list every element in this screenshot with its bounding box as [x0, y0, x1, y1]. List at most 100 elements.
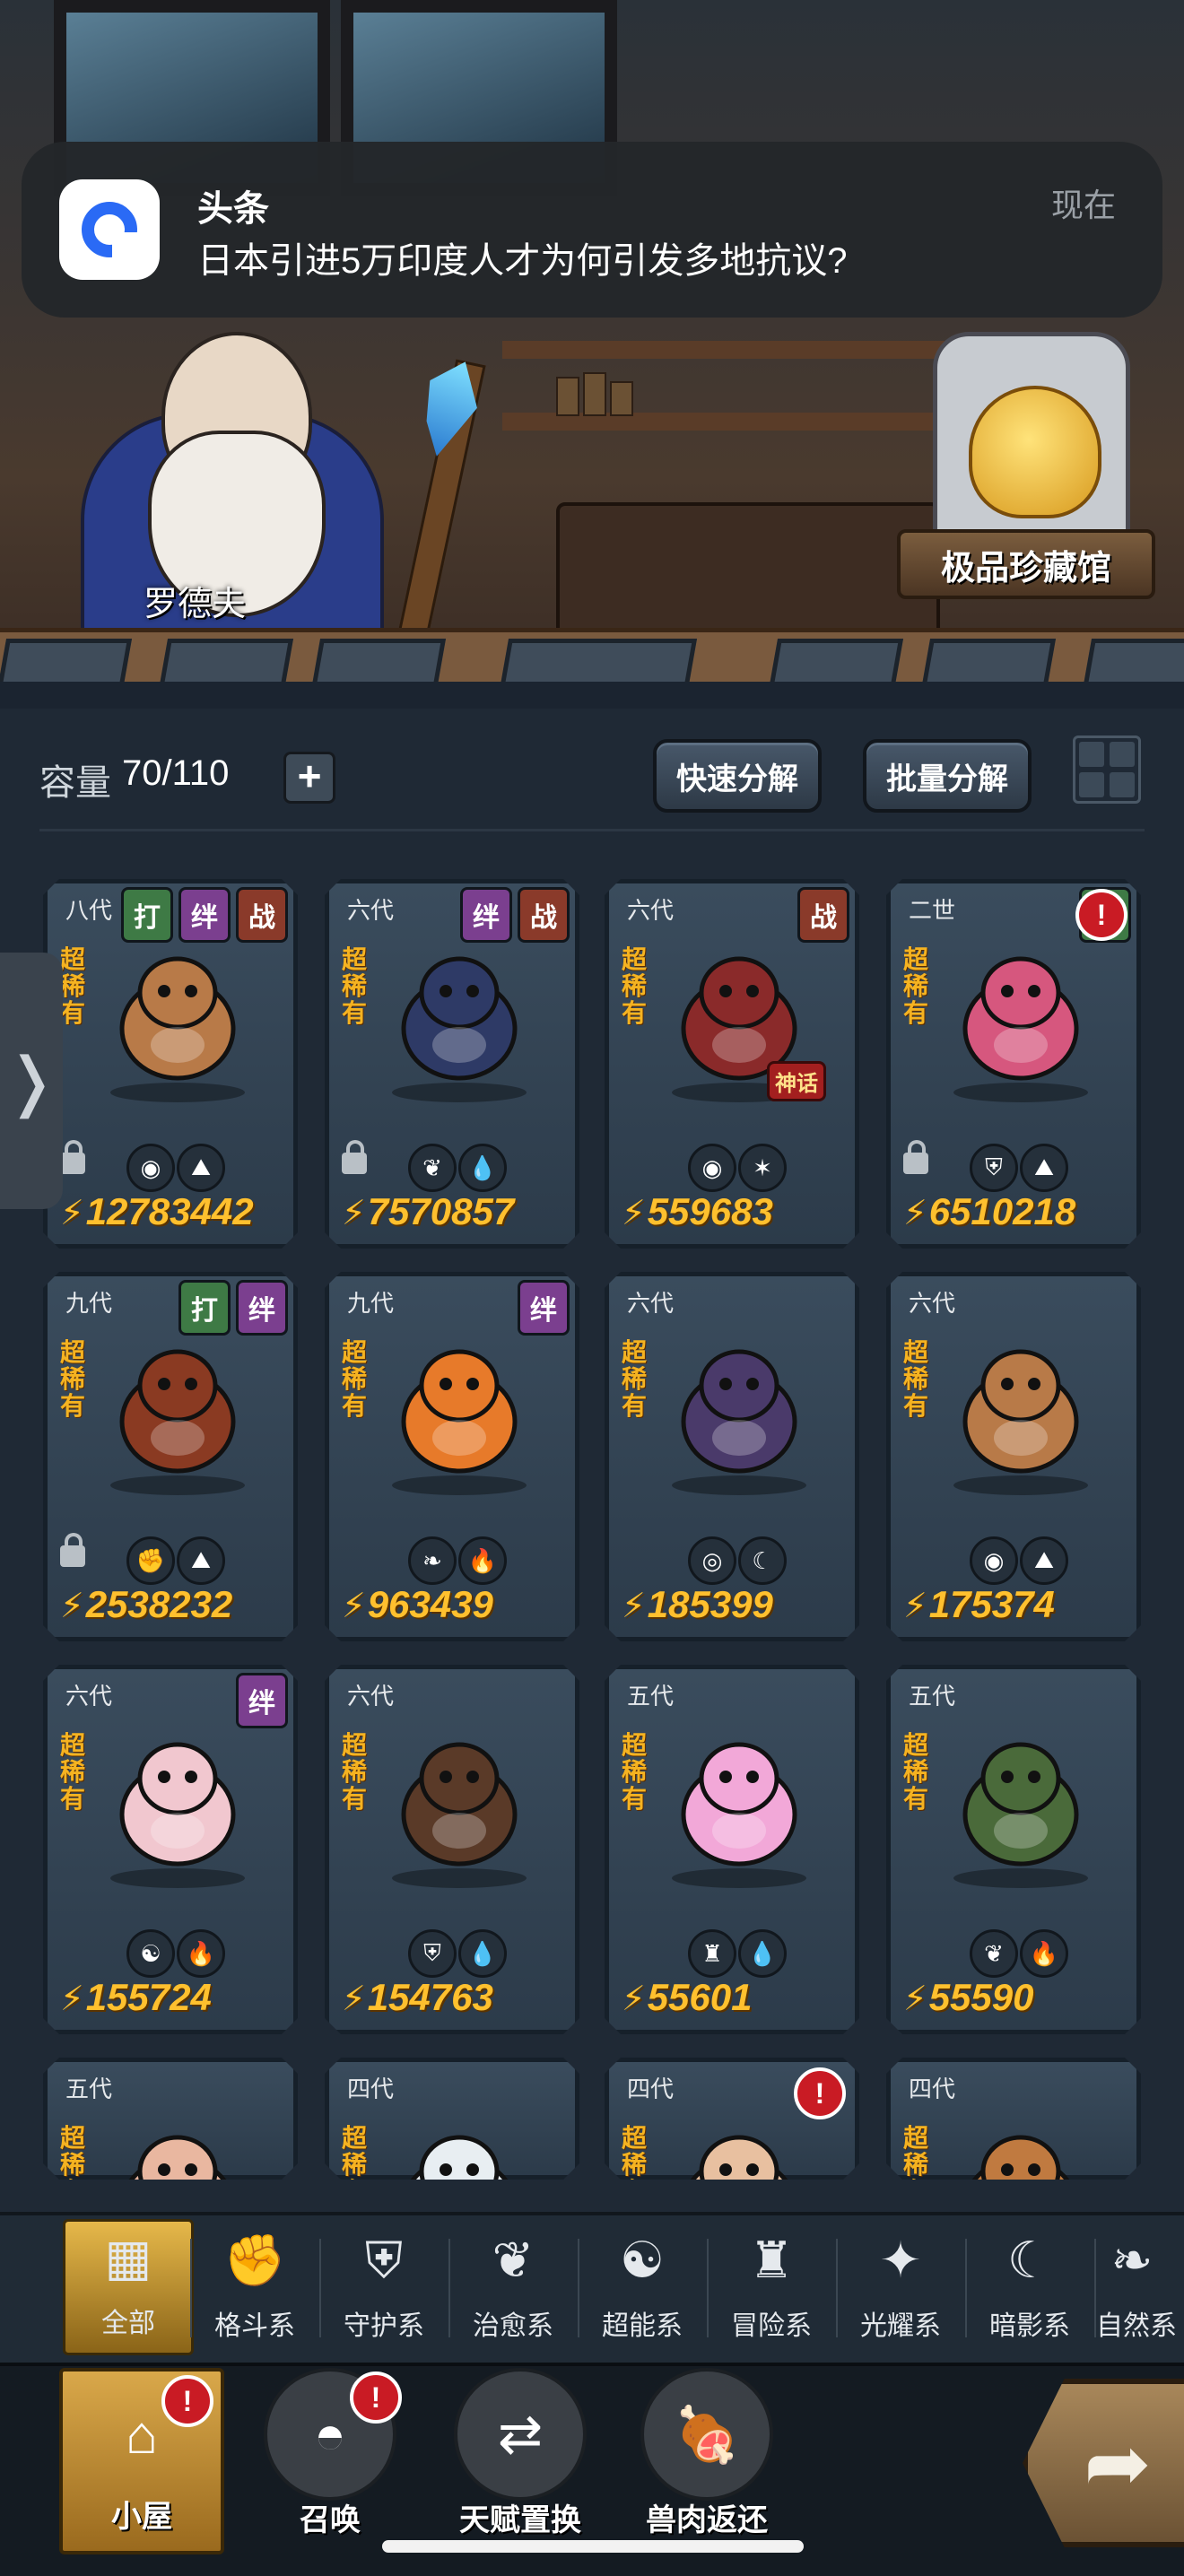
power-value: ⚡2538232: [60, 1583, 232, 1626]
chevron-right-icon: ❭: [4, 1046, 59, 1118]
capacity-value: 70/110: [122, 753, 230, 793]
rarity-label: 超稀有: [622, 1731, 648, 1813]
filter-label: 自然系: [1096, 2311, 1177, 2341]
pet-card[interactable]: 六代 超稀有 ◉ ⛰ ⚡175374: [886, 1272, 1141, 1641]
pet-card[interactable]: 八代 超稀有打绊战 ◉ ⛰ ⚡12783442: [43, 879, 298, 1249]
fighter-icon: ◉: [126, 1144, 175, 1192]
filter-label: 暗影系: [989, 2311, 1070, 2341]
filter-4[interactable]: ❦ 治愈系: [450, 2224, 576, 2350]
filter-label: 冒险系: [731, 2311, 812, 2341]
filter-3[interactable]: ⛨ 守护系: [321, 2224, 447, 2350]
fire-icon: 🔥: [177, 1929, 225, 1978]
filter-8[interactable]: ☾ 暗影系: [967, 2224, 1093, 2350]
filter-2[interactable]: ✊ 格斗系: [192, 2224, 318, 2350]
pet-card[interactable]: 六代 超稀有 ◎ ☾ ⚡185399: [605, 1272, 859, 1641]
pet-card[interactable]: 二世超稀有打!⛨⛰⚡6510218: [886, 879, 1141, 1249]
pet-card[interactable]: 四代超稀有!: [605, 2058, 859, 2180]
nav-label: 兽肉返还: [646, 2503, 768, 2537]
pet-card[interactable]: 五代超稀有: [43, 2058, 298, 2180]
pet-card[interactable]: 五代 超稀有 ❦ 🔥 ⚡55590: [886, 1665, 1141, 2034]
power-value: ⚡175374: [903, 1583, 1055, 1626]
notification-app-name: 头条: [197, 189, 269, 229]
batch-decompose-button[interactable]: 批量分解: [863, 739, 1032, 813]
nav-meat[interactable]: 🍖 兽肉返还: [628, 2368, 786, 2547]
rail-block: [764, 639, 904, 682]
generation-label: 六代: [347, 897, 395, 924]
power-number: 6510218: [928, 1190, 1076, 1232]
pet-card[interactable]: 九代 超稀有打绊 ✊ ⛰ ⚡2538232: [43, 1272, 298, 1641]
trait-tag: 战: [797, 887, 849, 943]
power-value: ⚡154763: [342, 1976, 493, 2019]
filter-separator: [836, 2239, 838, 2337]
side-expand-tab[interactable]: ❭: [0, 953, 63, 1209]
power-icon: ⚡: [903, 1588, 927, 1625]
home-indicator[interactable]: [382, 2540, 804, 2553]
earth-icon: ⛰: [177, 1536, 225, 1585]
museum-button[interactable]: 极品珍藏馆: [897, 529, 1155, 599]
pet-card[interactable]: 六代 超稀有绊 ☯ 🔥 ⚡155724: [43, 1665, 298, 2034]
filter-separator: [707, 2239, 709, 2337]
book: [556, 377, 579, 416]
fist-icon: ✊: [126, 1536, 175, 1585]
power-icon: ⚡: [622, 1980, 646, 2018]
sprout-icon: ❦: [492, 2232, 535, 2288]
power-number: 7570857: [367, 1190, 515, 1232]
nav-swap[interactable]: ⇄ 天赋置换: [441, 2368, 599, 2547]
filter-1[interactable]: ▦ 全部: [63, 2219, 194, 2355]
light-icon: ✶: [738, 1144, 787, 1192]
power-value: ⚡7570857: [342, 1190, 514, 1233]
all-icon: ▦: [104, 2229, 152, 2285]
pet-card[interactable]: 四代超稀有: [325, 2058, 579, 2180]
trait-tags: 打绊: [178, 1280, 288, 1336]
power-value: ⚡12783442: [60, 1190, 254, 1233]
lock-icon[interactable]: [903, 1153, 928, 1174]
lock-icon[interactable]: [60, 1153, 85, 1174]
push-notification[interactable]: 头条 日本引进5万印度人才为何引发多地抗议? 现在: [22, 142, 1162, 318]
filter-6[interactable]: ♜ 冒险系: [709, 2224, 834, 2350]
nav-house[interactable]: ⌂ 小屋!: [59, 2368, 224, 2554]
filter-label: 全部: [101, 2309, 155, 2338]
generation-label: 五代: [909, 1683, 956, 1710]
alert-icon: !: [1075, 889, 1127, 941]
power-value: ⚡185399: [622, 1583, 773, 1626]
generation-label: 六代: [65, 1683, 113, 1710]
shield-icon: ⛨: [365, 2231, 403, 2288]
earth-icon: ⛰: [177, 1144, 225, 1192]
generation-label: 四代: [347, 2076, 395, 2102]
lock-icon[interactable]: [60, 1545, 85, 1567]
pet-card[interactable]: 九代 超稀有绊 ❧ 🔥 ⚡963439: [325, 1272, 579, 1641]
pet-card[interactable]: 四代超稀有: [886, 2058, 1141, 2180]
power-number: 963439: [367, 1583, 493, 1625]
trait-tag: 绊: [460, 887, 512, 943]
filter-9[interactable]: ❧ 自然系: [1096, 2224, 1184, 2350]
pet-card[interactable]: 五代 超稀有 ♜ 💧 ⚡55601: [605, 1665, 859, 2034]
golden-statue[interactable]: [969, 386, 1101, 518]
power-number: 55601: [647, 1976, 753, 2018]
nav-egg[interactable]: ◓ 召唤!: [251, 2368, 409, 2547]
filter-5[interactable]: ☯ 超能系: [579, 2224, 705, 2350]
alert-icon: !: [161, 2375, 213, 2427]
quick-decompose-button[interactable]: 快速分解: [653, 739, 822, 813]
creature-image: [101, 1725, 254, 1877]
lock-icon[interactable]: [342, 1153, 367, 1174]
pet-card[interactable]: 六代 超稀有 ⛨ 💧 ⚡154763: [325, 1665, 579, 2034]
rarity-label: 超稀有: [342, 1338, 368, 1420]
nav-label: 召唤: [300, 2503, 361, 2537]
filter-7[interactable]: ✦ 光耀系: [838, 2224, 963, 2350]
rarity-label: 超稀有: [903, 945, 929, 1027]
expand-capacity-button[interactable]: +: [283, 752, 335, 804]
pet-card[interactable]: 六代 超稀有绊战 ❦ 💧 ⚡7570857: [325, 879, 579, 1249]
filter-label: 超能系: [602, 2311, 683, 2341]
trait-tag: 绊: [518, 1280, 570, 1336]
pet-card[interactable]: 六代 超稀有战神话 ◉ ✶ ⚡559683: [605, 879, 859, 1249]
power-value: ⚡55590: [903, 1976, 1033, 2019]
eye-icon: ◎: [688, 1536, 736, 1585]
npc-name: 罗德夫: [144, 586, 247, 623]
trait-tag: 打: [121, 887, 173, 943]
notification-message: 日本引进5万印度人才为何引发多地抗议?: [197, 241, 848, 281]
power-icon: ⚡: [342, 1588, 366, 1625]
grid-view-icon[interactable]: [1073, 735, 1141, 804]
shield-icon: ⛨: [408, 1929, 457, 1978]
nav-label: 小屋: [111, 2500, 172, 2534]
trait-tags: 绊: [518, 1280, 570, 1336]
